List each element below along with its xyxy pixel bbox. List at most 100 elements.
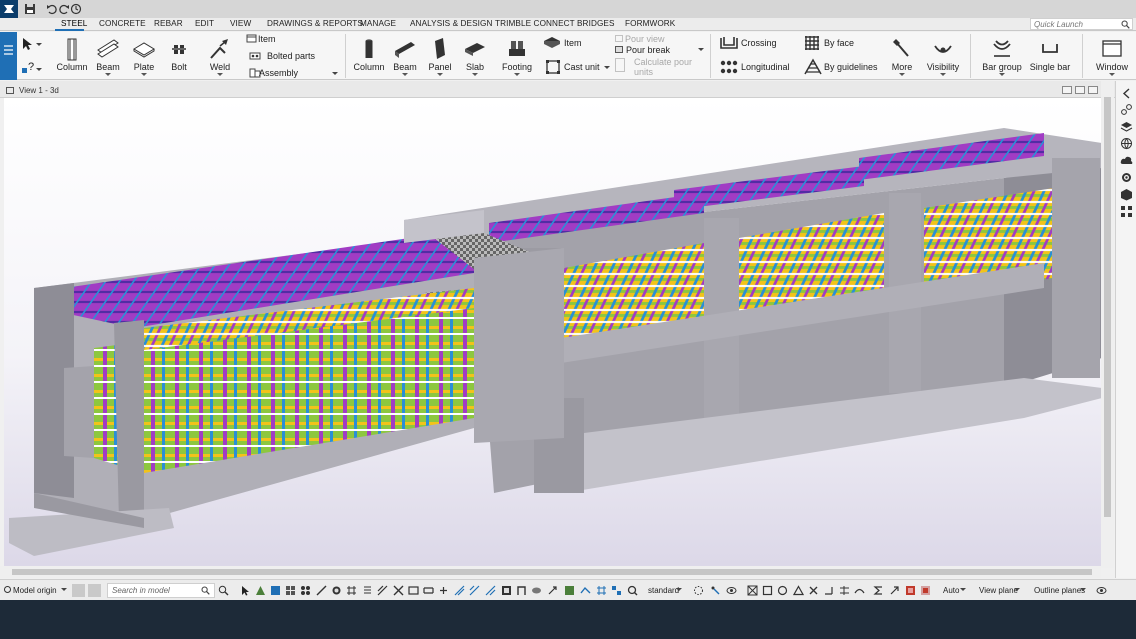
snap-intersection-icon[interactable] — [454, 585, 465, 596]
by-face-button[interactable]: By face — [824, 38, 854, 48]
smart-select-caret[interactable] — [36, 68, 42, 71]
concrete-slab-button[interactable]: Slab — [459, 32, 491, 80]
tab-steel[interactable]: STEEL — [61, 19, 87, 28]
quick-launch-input[interactable]: Quick Launch — [1030, 18, 1133, 30]
layers-icon[interactable] — [1120, 120, 1133, 133]
clip-box-icon[interactable] — [747, 585, 758, 596]
vertical-scrollbar[interactable] — [1101, 81, 1114, 568]
pour-break-button[interactable]: Pour break — [626, 45, 670, 55]
redo-icon[interactable] — [58, 3, 70, 15]
close-x-icon[interactable] — [808, 585, 819, 596]
select-arrow-icon[interactable] — [240, 585, 251, 596]
model-origin-caret[interactable] — [61, 588, 67, 591]
outline-planes-caret[interactable] — [1080, 588, 1086, 591]
auto-caret[interactable] — [960, 588, 966, 591]
snap-end-points-icon[interactable] — [423, 585, 434, 596]
tab-bridges[interactable]: BRIDGES — [577, 19, 615, 28]
concrete-item-button[interactable]: Item — [564, 38, 582, 48]
by-guidelines-button[interactable]: By guidelines — [824, 62, 878, 72]
curve-tool-icon[interactable] — [854, 585, 865, 596]
snap-extension-icon[interactable] — [485, 585, 496, 596]
select-reference-icon[interactable] — [362, 585, 373, 596]
rotate-icon[interactable] — [889, 585, 900, 596]
window-button[interactable]: Window — [1092, 32, 1132, 80]
concrete-beam-button[interactable]: Beam — [389, 32, 421, 80]
close-view-button[interactable] — [1088, 86, 1098, 94]
snap-grid-icon[interactable] — [596, 585, 607, 596]
pick-tool-icon[interactable] — [710, 585, 721, 596]
longitudinal-button[interactable]: Longitudinal — [741, 62, 790, 72]
view-plane-caret[interactable] — [1014, 588, 1020, 591]
dimension-icon[interactable] — [823, 585, 834, 596]
transparency-icon[interactable] — [920, 585, 931, 596]
steel-plate-button[interactable]: Plate — [128, 32, 160, 80]
horizontal-scroll-thumb[interactable] — [12, 569, 1092, 575]
concrete-footing-button[interactable]: Footing — [499, 32, 535, 80]
steel-more-caret[interactable] — [332, 72, 338, 75]
more-button[interactable]: More — [886, 32, 918, 80]
steel-beam-caret[interactable] — [105, 73, 111, 76]
visibility-eye-icon[interactable] — [1096, 585, 1107, 596]
snap-any-position-icon[interactable] — [531, 585, 542, 596]
steel-plate-caret[interactable] — [141, 73, 147, 76]
triangle-tool-icon[interactable] — [793, 585, 804, 596]
auto-dropdown[interactable]: Auto — [943, 586, 959, 595]
snap-midpoint-icon[interactable] — [516, 585, 527, 596]
vertical-scroll-thumb[interactable] — [1104, 97, 1111, 517]
add-origin-button[interactable] — [72, 584, 85, 597]
snap-points-icon[interactable] — [408, 585, 419, 596]
snap-reference-lines-icon[interactable] — [377, 585, 388, 596]
cloud-icon[interactable] — [1120, 154, 1133, 167]
app-logo-icon[interactable] — [0, 0, 18, 18]
single-bar-button[interactable]: Single bar — [1029, 32, 1071, 80]
snap-perpendicular-icon[interactable] — [469, 585, 480, 596]
calculate-pour-units-button[interactable]: Calculate pour units — [634, 57, 698, 77]
concrete-column-button[interactable]: Column — [352, 32, 386, 80]
concrete-panel-button[interactable]: Panel — [424, 32, 456, 80]
snap-magnet-icon[interactable] — [627, 585, 638, 596]
snap-nearest-icon[interactable] — [501, 585, 512, 596]
concrete-footing-caret[interactable] — [514, 73, 520, 76]
select-grids-icon[interactable] — [346, 585, 357, 596]
smart-select-icon[interactable]: ? — [21, 59, 37, 75]
snap-free-icon[interactable] — [547, 585, 558, 596]
standard-caret[interactable] — [676, 588, 682, 591]
snap-plane-icon[interactable] — [580, 585, 591, 596]
more-caret[interactable] — [899, 73, 905, 76]
standard-dropdown[interactable]: standard — [648, 586, 679, 595]
outline-planes-dropdown[interactable]: Outline planes — [1034, 586, 1085, 595]
steel-weld-button[interactable]: Weld — [204, 32, 236, 80]
tab-analysis-design[interactable]: ANALYSIS & DESIGN — [410, 19, 493, 28]
concrete-beam-caret[interactable] — [402, 73, 408, 76]
select-lines-icon[interactable] — [316, 585, 327, 596]
visibility-caret[interactable] — [940, 73, 946, 76]
select-assembly-icon[interactable] — [285, 585, 296, 596]
cube-icon[interactable] — [1120, 188, 1133, 201]
select-parts-icon[interactable] — [255, 585, 266, 596]
model-origin-dropdown[interactable]: Model origin — [13, 586, 57, 595]
pour-break-caret[interactable] — [698, 48, 704, 51]
snap-center-icon[interactable] — [438, 585, 449, 596]
pour-view-button[interactable]: Pour view — [625, 34, 665, 44]
rectangle-tool-icon[interactable] — [762, 585, 773, 596]
model-viewport-3d[interactable] — [4, 98, 1101, 566]
origin-options-button[interactable] — [88, 584, 101, 597]
minimize-view-button[interactable] — [1062, 86, 1072, 94]
zoom-icon[interactable] — [218, 585, 229, 596]
tab-rebar[interactable]: REBAR — [154, 19, 183, 28]
select-surfaces-icon[interactable] — [331, 585, 342, 596]
cast-unit-caret[interactable] — [604, 66, 610, 69]
components-icon[interactable] — [1120, 205, 1133, 218]
tab-view[interactable]: VIEW — [230, 19, 251, 28]
collapse-pane-icon[interactable] — [1120, 87, 1133, 100]
view-plane-dropdown[interactable]: View plane — [979, 586, 1018, 595]
properties-icon[interactable] — [1120, 103, 1133, 116]
undo-icon[interactable] — [46, 3, 58, 15]
snap-lines-icon[interactable] — [564, 585, 575, 596]
tab-formwork[interactable]: FORMWORK — [625, 19, 675, 28]
measure-icon[interactable] — [839, 585, 850, 596]
restore-view-button[interactable] — [1075, 86, 1085, 94]
steel-beam-button[interactable]: Beam — [92, 32, 124, 80]
steel-column-button[interactable]: Column — [55, 32, 89, 80]
search-model-input[interactable]: Search in model — [107, 583, 215, 598]
